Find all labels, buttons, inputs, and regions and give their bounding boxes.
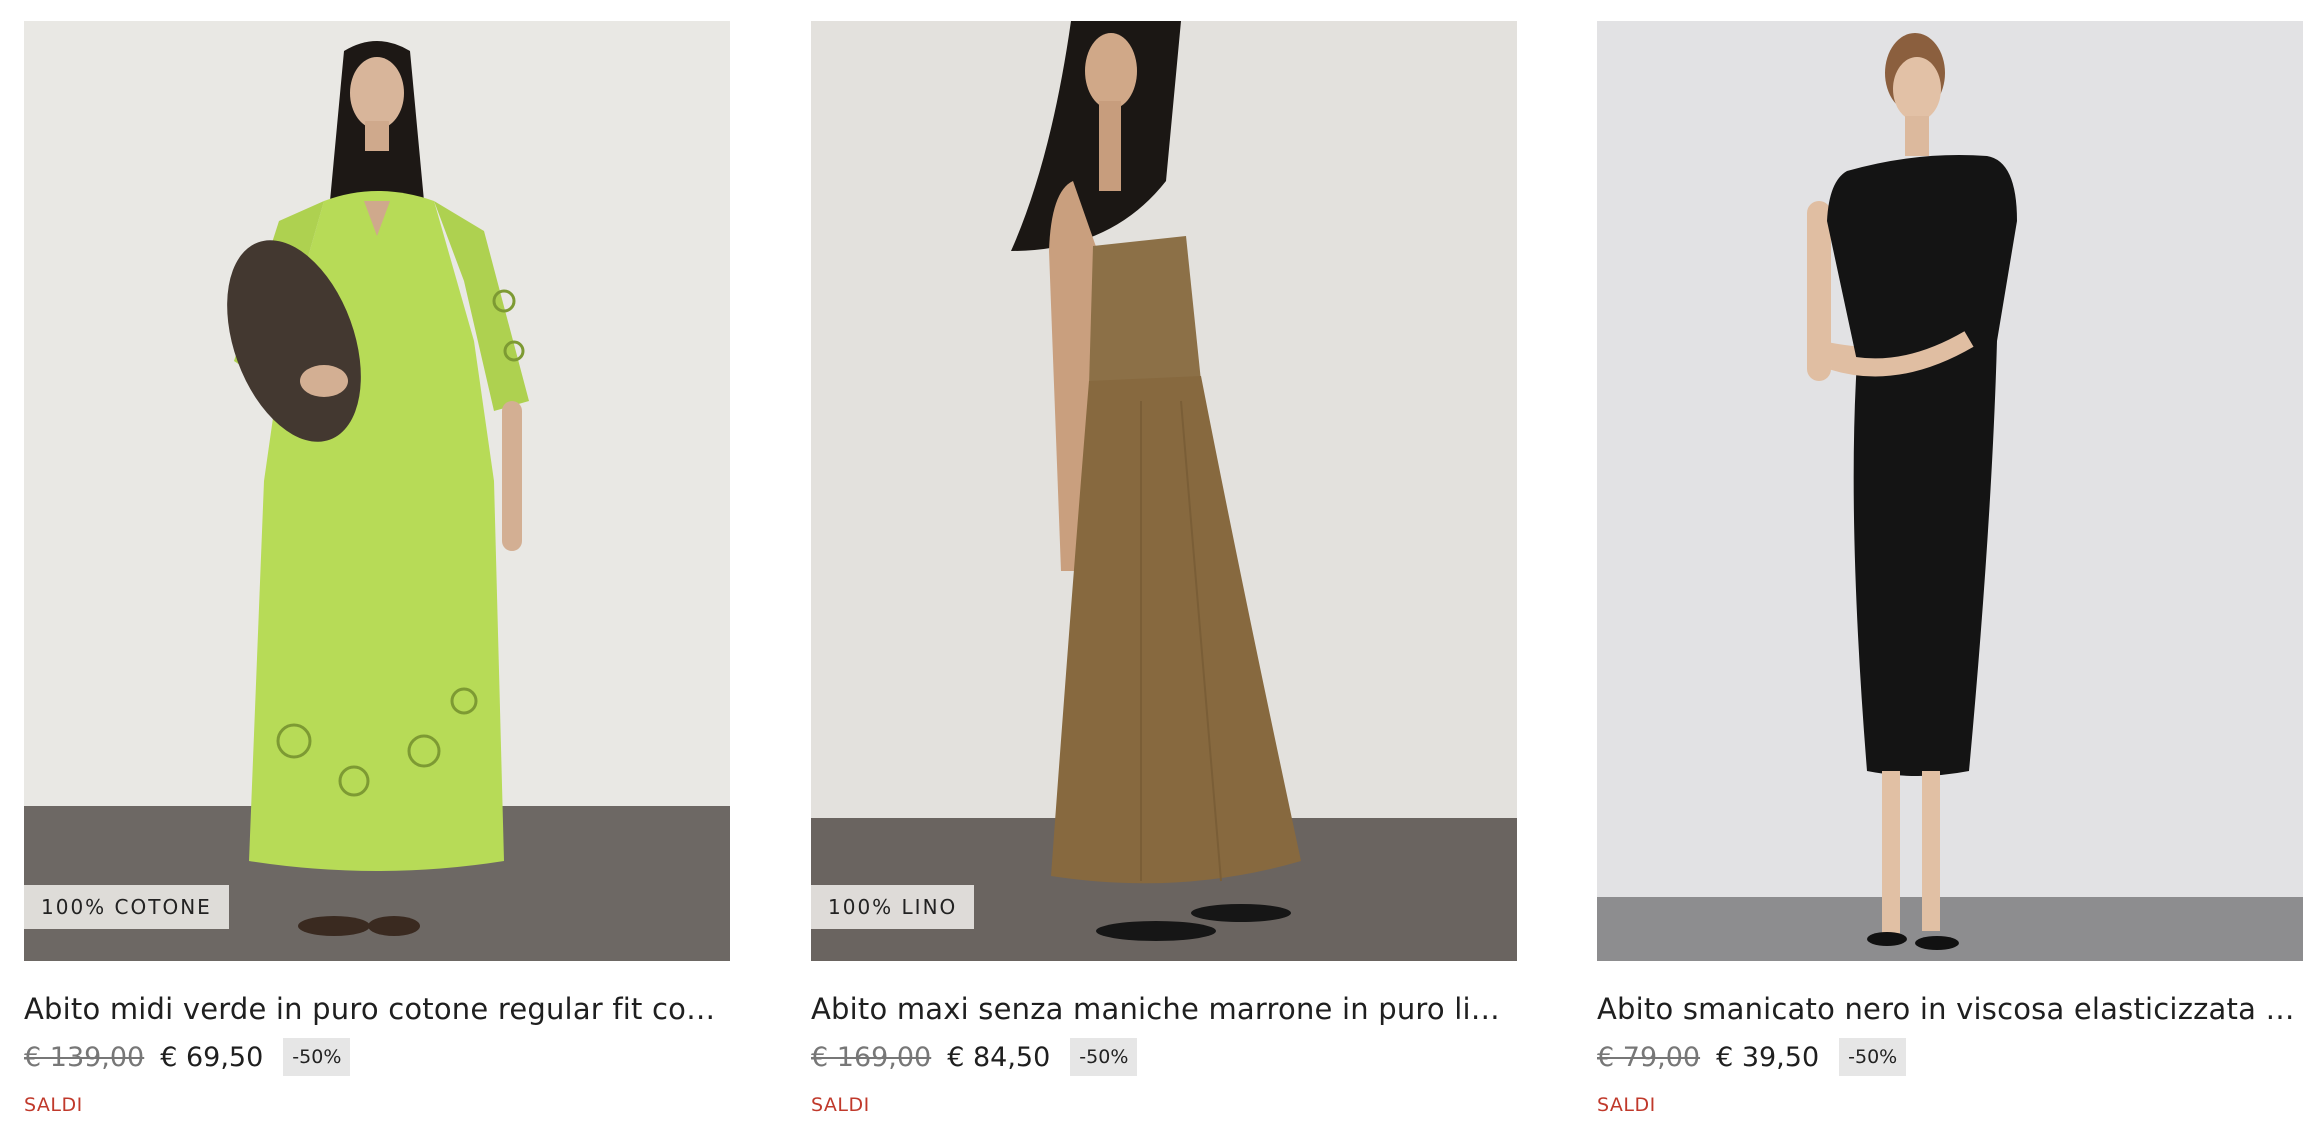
price-row: € 79,00 € 39,50 -50%	[1597, 1038, 2303, 1076]
discount-badge: -50%	[1070, 1038, 1138, 1076]
product-image[interactable]	[1597, 21, 2303, 961]
product-title[interactable]: Abito maxi senza maniche marrone in puro…	[811, 992, 1517, 1026]
original-price: € 139,00	[24, 1041, 145, 1073]
product-card[interactable]: 100% COTONE Abito midi verde in puro cot…	[24, 21, 730, 1116]
sale-tag: SALDI	[24, 1094, 83, 1116]
product-image[interactable]: 100% LINO	[811, 21, 1517, 961]
product-photo-brown-dress	[811, 21, 1517, 961]
sale-price: € 84,50	[947, 1041, 1051, 1073]
discount-badge: -50%	[1839, 1038, 1907, 1076]
product-card[interactable]: Abito smanicato nero in viscosa elastici…	[1597, 21, 2303, 1116]
product-title[interactable]: Abito midi verde in puro cotone regular …	[24, 992, 730, 1026]
sale-tag: SALDI	[811, 1094, 870, 1116]
sale-tag: SALDI	[1597, 1094, 1656, 1116]
price-row: € 139,00 € 69,50 -50%	[24, 1038, 730, 1076]
original-price: € 169,00	[811, 1041, 932, 1073]
product-card[interactable]: 100% LINO Abito maxi senza maniche marro…	[811, 21, 1517, 1116]
product-photo-green-dress	[24, 21, 730, 961]
material-badge: 100% LINO	[811, 885, 975, 929]
material-badge: 100% COTONE	[24, 885, 229, 929]
price-row: € 169,00 € 84,50 -50%	[811, 1038, 1517, 1076]
sale-price: € 69,50	[160, 1041, 264, 1073]
product-title[interactable]: Abito smanicato nero in viscosa elastici…	[1597, 992, 2303, 1026]
product-image[interactable]: 100% COTONE	[24, 21, 730, 961]
sale-price: € 39,50	[1716, 1041, 1820, 1073]
product-photo-black-dress	[1597, 21, 2303, 961]
product-grid: 100% COTONE Abito midi verde in puro cot…	[0, 0, 2320, 1124]
original-price: € 79,00	[1597, 1041, 1701, 1073]
discount-badge: -50%	[283, 1038, 351, 1076]
